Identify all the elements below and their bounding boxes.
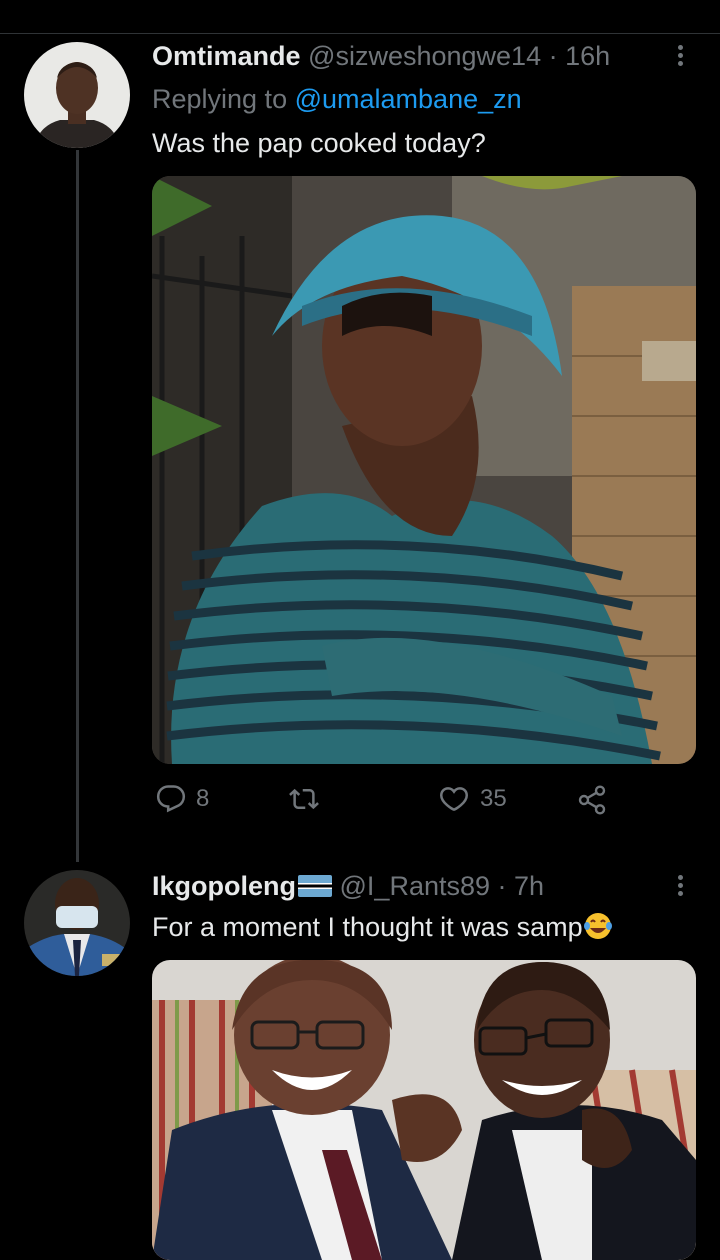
display-name[interactable]: Omtimande	[152, 41, 301, 71]
user-handle[interactable]: @sizweshongwe14	[308, 41, 541, 71]
reply-icon	[156, 785, 186, 813]
separator-dot: ·	[490, 871, 515, 901]
user-handle[interactable]: @I_Rants89	[340, 871, 491, 901]
tears-of-joy-emoji	[583, 913, 612, 939]
heart-icon	[439, 787, 469, 811]
retweet-icon	[289, 788, 319, 810]
tweet-image[interactable]	[152, 960, 696, 1260]
tweet-text-content: For a moment I thought it was samp	[152, 912, 583, 942]
timestamp[interactable]: 7h	[514, 871, 544, 901]
more-vertical-icon[interactable]	[678, 42, 686, 69]
replying-to-link[interactable]: @umalambane_zn	[295, 84, 522, 114]
botswana-flag-emoji	[298, 875, 332, 897]
tweet-actions: 8 35	[152, 784, 622, 824]
tweet-image[interactable]	[152, 176, 696, 764]
tweet-text: For a moment I thought it was samp	[152, 911, 613, 943]
avatar[interactable]	[24, 870, 130, 976]
replying-to-line: Replying to @umalambane_zn	[152, 83, 522, 115]
top-divider	[0, 33, 720, 34]
like-count: 35	[480, 785, 507, 812]
display-name[interactable]: Ikgopoleng	[152, 871, 296, 901]
tweet-text: Was the pap cooked today?	[152, 128, 486, 158]
tweet-header: Omtimande @sizweshongwe14 · 16h	[152, 39, 610, 73]
replying-to-label: Replying to	[152, 84, 295, 114]
share-icon	[578, 785, 606, 815]
tweet-header: Ikgopoleng @I_Rants89 · 7h	[152, 869, 544, 903]
thread-connector-line	[76, 150, 79, 862]
more-vertical-icon[interactable]	[678, 872, 686, 899]
avatar[interactable]	[24, 42, 130, 148]
reply-count: 8	[196, 785, 210, 812]
separator-dot: ·	[541, 41, 566, 71]
timestamp[interactable]: 16h	[565, 41, 610, 71]
share-button[interactable]	[576, 784, 608, 816]
retweet-button[interactable]	[288, 784, 330, 814]
reply-button[interactable]: 8	[156, 784, 209, 814]
like-button[interactable]: 35	[438, 784, 507, 814]
